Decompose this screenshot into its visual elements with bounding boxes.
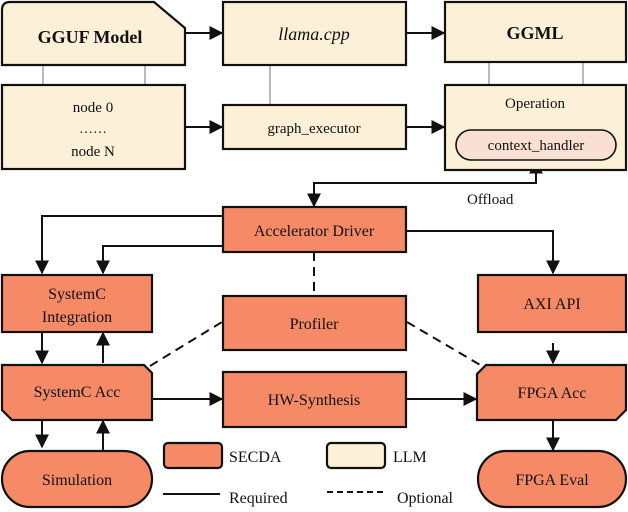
- gguf-model-box: GGUF Model: [0, 0, 187, 67]
- architecture-diagram: Offload GGUF Model llama.cpp GGML node 0…: [0, 0, 628, 509]
- fpga-acc-label: FPGA Acc: [518, 385, 587, 402]
- ggml-box: GGML: [443, 0, 628, 64]
- nodes-ellipsis: ……: [79, 122, 107, 137]
- graph-executor-label: graph_executor: [267, 121, 360, 137]
- axi-api-label: AXI API: [523, 296, 580, 313]
- systemc-acc-box: SystemC Acc: [0, 363, 154, 422]
- optional-profiler-sysc-acc: [149, 321, 223, 367]
- profiler-label: Profiler: [290, 316, 340, 333]
- legend-llm-label: LLM: [393, 449, 427, 466]
- offload-label: Offload: [467, 192, 514, 208]
- llama-cpp-box: llama.cpp: [221, 0, 408, 67]
- legend: SECDA LLM Required Optional: [162, 441, 454, 507]
- operation-label: Operation: [505, 96, 565, 112]
- legend-optional-label: Optional: [397, 490, 454, 507]
- fpga-acc-box: FPGA Acc: [475, 363, 628, 422]
- simulation-label: Simulation: [42, 472, 112, 489]
- accelerator-driver-box: Accelerator Driver: [221, 205, 408, 254]
- arrow-driver-to-sysc-int-b: [96, 245, 222, 275]
- fpga-eval-label: FPGA Eval: [515, 472, 589, 489]
- profiler-box: Profiler: [221, 294, 408, 352]
- nodes-box: node 0 …… node N: [0, 83, 187, 171]
- legend-secda-label: SECDA: [229, 449, 282, 466]
- legend-required-label: Required: [229, 490, 288, 507]
- node-0-label: node 0: [73, 100, 113, 116]
- arrow-driver-to-axi: [407, 230, 560, 275]
- hw-synthesis-label: HW-Synthesis: [268, 392, 360, 409]
- node-n-label: node N: [71, 144, 115, 160]
- gguf-model-label: GGUF Model: [38, 27, 143, 47]
- legend-secda-swatch: [162, 441, 224, 470]
- operation-box: Operation context_handler: [443, 83, 628, 172]
- arrow-driver-to-sysc-int-a: [35, 215, 222, 275]
- ggml-label: GGML: [507, 23, 564, 43]
- systemc-acc-label: SystemC Acc: [34, 384, 121, 401]
- graph-executor-box: graph_executor: [221, 103, 408, 151]
- legend-llm-swatch: [325, 441, 387, 470]
- axi-api-box: AXI API: [476, 273, 628, 334]
- systemc-integration-line2: Integration: [42, 309, 112, 326]
- accelerator-driver-label: Accelerator Driver: [254, 223, 375, 240]
- optional-profiler-fpga-acc: [406, 321, 483, 367]
- systemc-integration-box: SystemC Integration: [0, 273, 154, 334]
- fpga-eval-box: FPGA Eval: [476, 449, 628, 509]
- hw-synthesis-box: HW-Synthesis: [221, 370, 408, 429]
- context-handler-label: context_handler: [488, 138, 585, 154]
- simulation-box: Simulation: [0, 449, 154, 509]
- systemc-integration-line1: SystemC: [48, 286, 106, 303]
- llama-cpp-label: llama.cpp: [278, 24, 350, 44]
